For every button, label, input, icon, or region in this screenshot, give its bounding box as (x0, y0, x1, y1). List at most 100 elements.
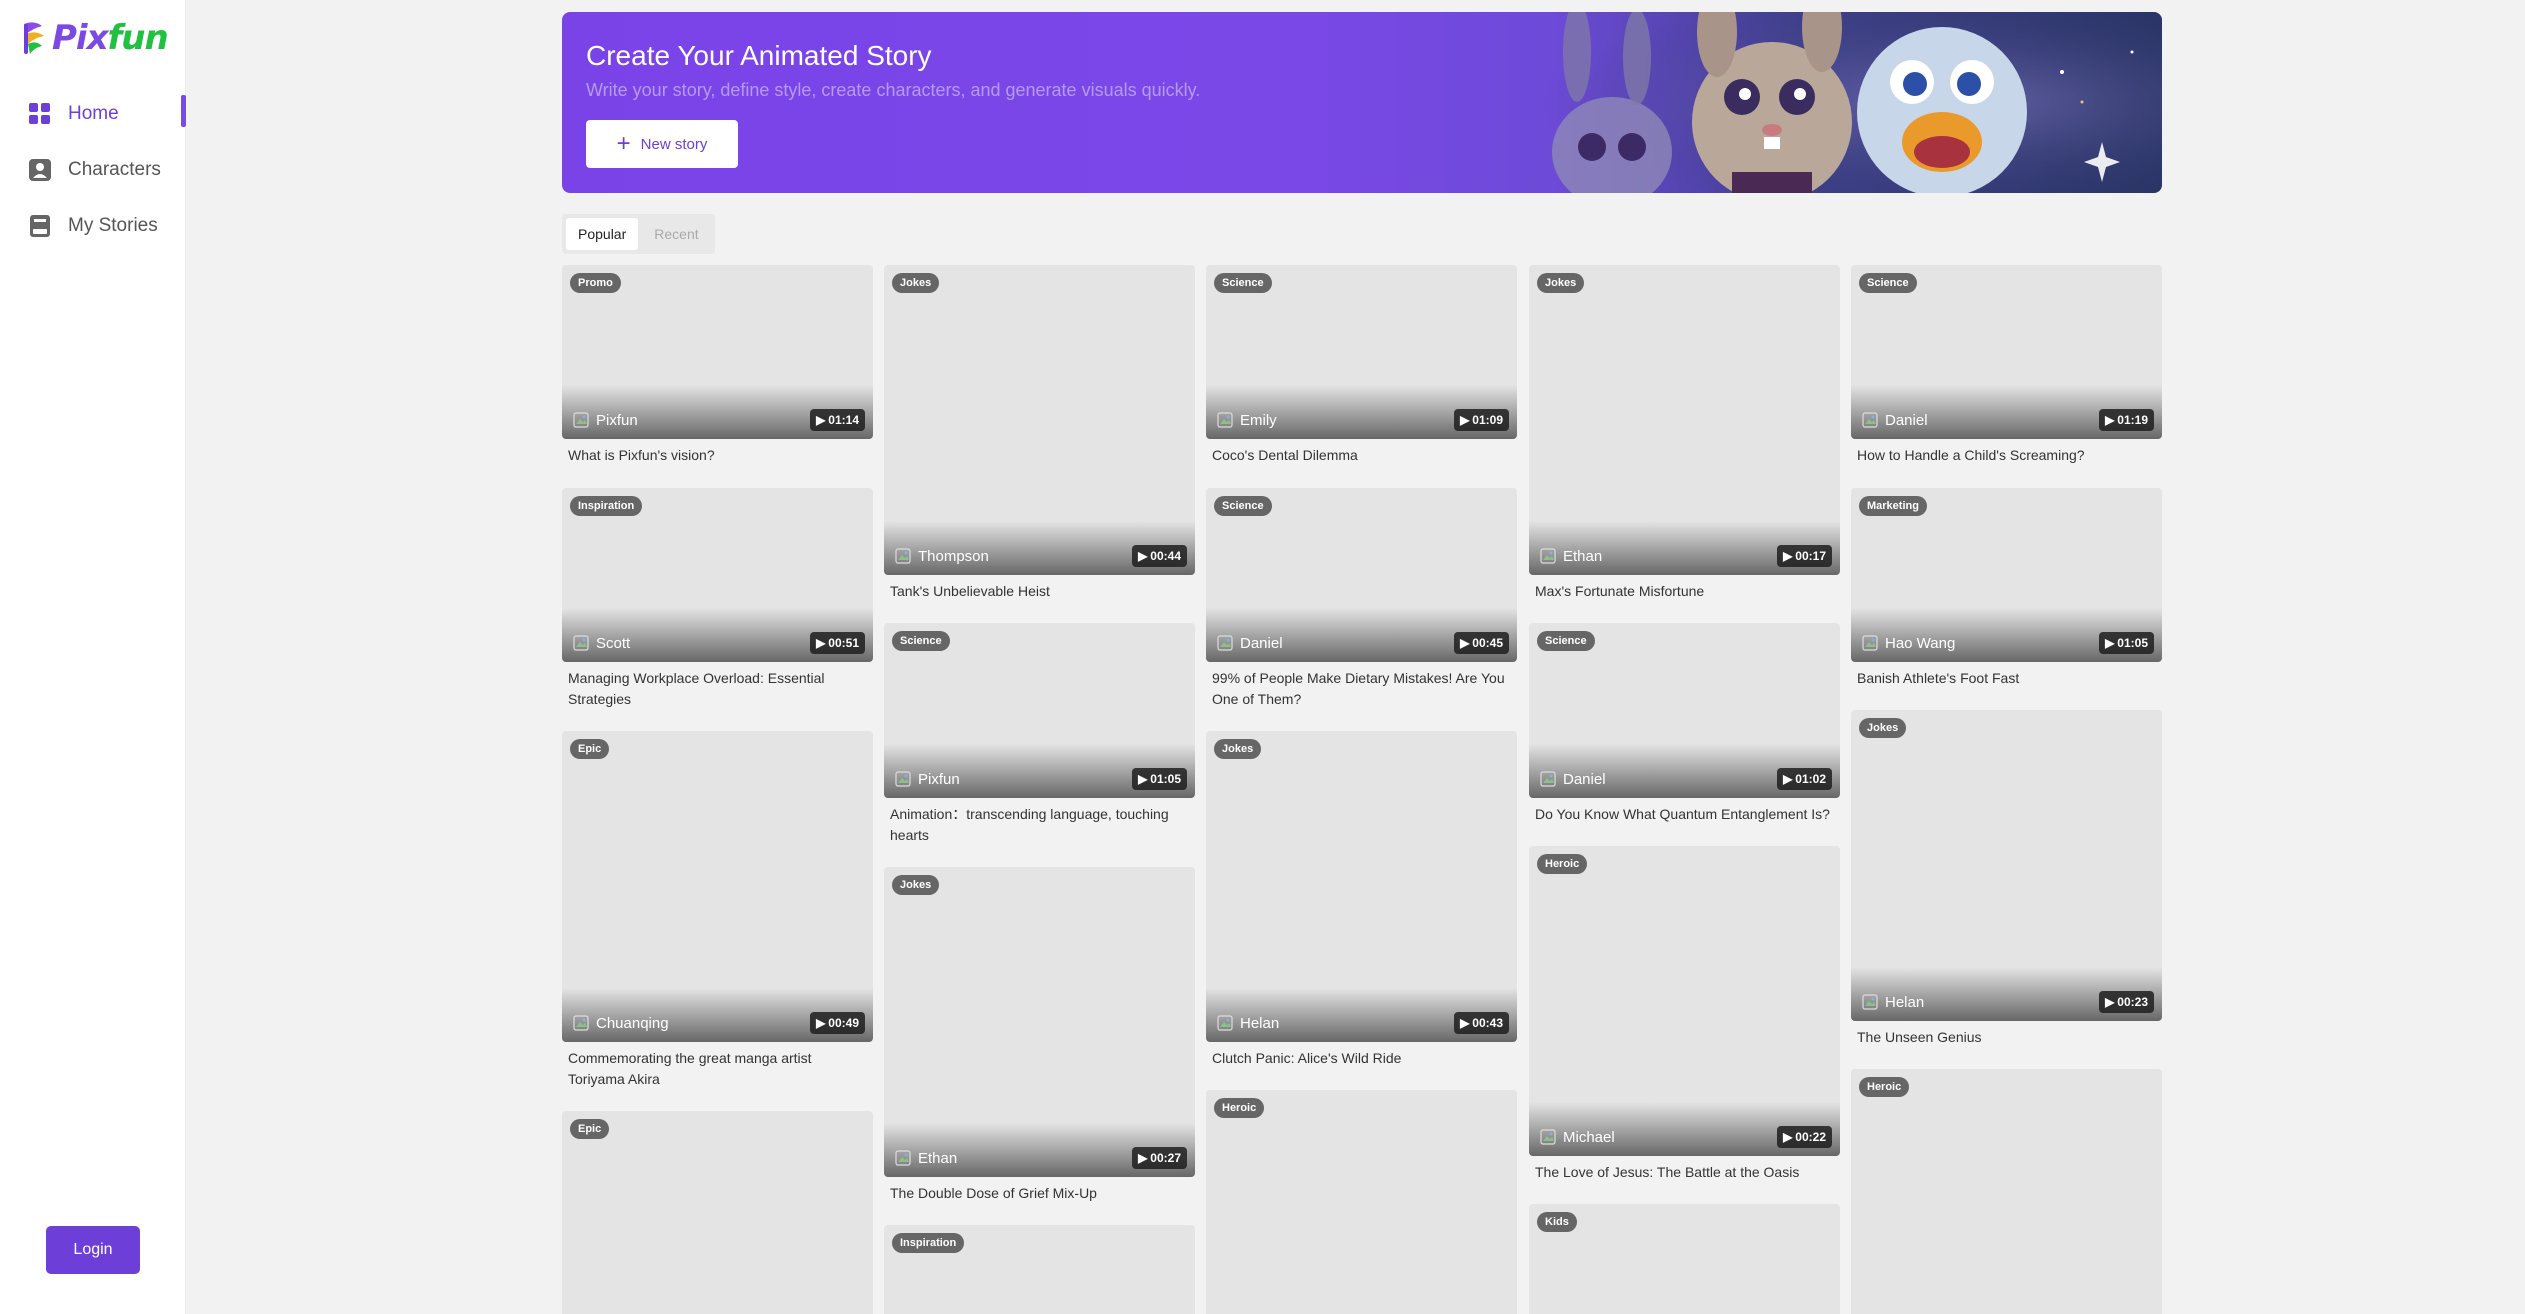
category-badge: Science (1214, 496, 1272, 516)
author-name: Thompson (918, 547, 989, 565)
story-title[interactable]: What is Pixfun's vision? (562, 439, 873, 466)
author-name: Pixfun (918, 770, 960, 788)
story-thumbnail[interactable]: Heroic Michael ▶ 00:22 (1529, 846, 1840, 1156)
story-card[interactable]: Inspiration Scott ▶ 00:51 Managing Workplace… (562, 488, 873, 710)
story-thumbnail[interactable]: Inspiration (884, 1225, 1195, 1314)
story-title[interactable]: Coco's Dental Dilemma (1206, 439, 1517, 466)
avatar-icon (1216, 1014, 1234, 1032)
sidebar-item-label: Home (68, 103, 119, 124)
duration-badge: ▶ 00:22 (1777, 1126, 1832, 1148)
story-thumbnail[interactable]: Epic (562, 1111, 873, 1314)
story-card[interactable]: Science Daniel ▶ 01:02 Do You Know What Quan… (1529, 623, 1840, 825)
story-thumbnail[interactable]: Science Daniel ▶ 01:02 (1529, 623, 1840, 798)
story-title[interactable]: The Love of Jesus: The Battle at the Oas… (1529, 1156, 1840, 1183)
story-card[interactable]: Jokes Helan ▶ 00:23 The Unseen Genius (1851, 710, 2162, 1048)
story-card[interactable]: Jokes Ethan ▶ 00:27 The Double Dose of Grief… (884, 867, 1195, 1204)
play-icon: ▶ (1138, 772, 1148, 786)
story-card[interactable]: Epic Chuanqing ▶ 00:49 Commemorating the gre… (562, 731, 873, 1090)
story-title[interactable]: The Unseen Genius (1851, 1021, 2162, 1048)
story-title[interactable]: Animation：transcending language, touchin… (884, 798, 1195, 846)
story-thumbnail[interactable]: Jokes Ethan ▶ 00:27 (884, 867, 1195, 1177)
duration-text: 00:17 (1795, 549, 1826, 563)
category-badge: Heroic (1537, 854, 1588, 874)
story-thumbnail[interactable]: Jokes Helan ▶ 00:43 (1206, 731, 1517, 1042)
sidebar-item-label: Characters (68, 159, 161, 180)
play-icon: ▶ (2105, 413, 2115, 427)
story-card[interactable]: Inspiration (884, 1225, 1195, 1314)
story-thumbnail[interactable]: Heroic (1851, 1069, 2162, 1314)
story-card[interactable]: Jokes Thompson ▶ 00:44 Tank's Unbelievable H… (884, 265, 1195, 602)
story-title[interactable]: Commemorating the great manga artist Tor… (562, 1042, 873, 1090)
category-badge: Jokes (1859, 718, 1907, 738)
story-thumbnail[interactable]: Marketing Hao Wang ▶ 01:05 (1851, 488, 2162, 662)
avatar-icon (1539, 770, 1557, 788)
new-story-button[interactable]: + New story (586, 120, 738, 168)
banner-title: Create Your Animated Story (586, 40, 932, 71)
story-title[interactable]: Managing Workplace Overload: Essential S… (562, 662, 873, 710)
story-card[interactable]: Science Emily ▶ 01:09 Coco's Dental Dilemma (1206, 265, 1517, 466)
story-title[interactable]: The Double Dose of Grief Mix-Up (884, 1177, 1195, 1204)
story-card[interactable]: Jokes Ethan ▶ 00:17 Max's Fortunate Misfortu… (1529, 265, 1840, 602)
story-card[interactable]: Jokes Helan ▶ 00:43 Clutch Panic: Alice's Wi… (1206, 731, 1517, 1069)
story-thumbnail[interactable]: Jokes Helan ▶ 00:23 (1851, 710, 2162, 1021)
duration-text: 00:27 (1150, 1151, 1181, 1165)
duration-text: 01:19 (2117, 413, 2148, 427)
category-badge: Jokes (1537, 273, 1585, 293)
duration-text: 00:23 (2117, 995, 2148, 1009)
tab-popular[interactable]: Popular (566, 218, 639, 250)
story-thumbnail[interactable]: Science Daniel ▶ 00:45 (1206, 488, 1517, 662)
story-author: Michael (1539, 1128, 1615, 1146)
author-name: Hao Wang (1885, 634, 1956, 652)
story-card[interactable]: Heroic (1206, 1090, 1517, 1314)
story-thumbnail[interactable]: Science Emily ▶ 01:09 (1206, 265, 1517, 439)
story-card[interactable]: Science Daniel ▶ 00:45 99% of People Make Di… (1206, 488, 1517, 710)
story-tabs: Popular Recent (562, 214, 715, 254)
avatar-icon (572, 634, 590, 652)
story-thumbnail[interactable]: Heroic (1206, 1090, 1517, 1314)
story-thumbnail[interactable]: Jokes Ethan ▶ 00:17 (1529, 265, 1840, 575)
story-card[interactable]: Epic (562, 1111, 873, 1314)
tab-recent[interactable]: Recent (642, 218, 710, 250)
story-card[interactable]: Science Daniel ▶ 01:19 How to Handle a Child… (1851, 265, 2162, 466)
story-title[interactable]: 99% of People Make Dietary Mistakes! Are… (1206, 662, 1517, 710)
sidebar-item-my-stories[interactable]: My Stories (0, 198, 186, 254)
author-name: Helan (1240, 1014, 1280, 1032)
story-card[interactable]: Heroic Michael ▶ 00:22 The Love of Jesus: Th… (1529, 846, 1840, 1183)
story-title[interactable]: Banish Athlete's Foot Fast (1851, 662, 2162, 689)
story-thumbnail[interactable]: Inspiration Scott ▶ 00:51 (562, 488, 873, 662)
story-card[interactable]: Science Pixfun ▶ 01:05 Animation：transcendin… (884, 623, 1195, 846)
story-card[interactable]: Kids (1529, 1204, 1840, 1314)
sidebar-item-home[interactable]: Home (0, 86, 186, 142)
story-thumbnail[interactable]: Science Pixfun ▶ 01:05 (884, 623, 1195, 798)
plus-icon: + (616, 130, 631, 157)
story-author: Scott (572, 634, 630, 652)
duration-badge: ▶ 00:45 (1454, 632, 1509, 654)
story-title[interactable]: Max's Fortunate Misfortune (1529, 575, 1840, 602)
story-thumbnail[interactable]: Promo Pixfun ▶ 01:14 (562, 265, 873, 439)
sidebar: Pixfun Home Characters My Stories Login (0, 0, 186, 1314)
author-name: Michael (1563, 1128, 1615, 1146)
story-card[interactable]: Heroic (1851, 1069, 2162, 1314)
story-title[interactable]: How to Handle a Child's Screaming? (1851, 439, 2162, 466)
avatar-icon (1216, 634, 1234, 652)
story-thumbnail[interactable]: Epic Chuanqing ▶ 00:49 (562, 731, 873, 1042)
new-story-label: New story (640, 135, 708, 153)
story-thumbnail[interactable]: Science Daniel ▶ 01:19 (1851, 265, 2162, 439)
story-thumbnail[interactable]: Jokes Thompson ▶ 00:44 (884, 265, 1195, 575)
logo[interactable]: Pixfun (20, 18, 169, 58)
story-title[interactable]: Tank's Unbelievable Heist (884, 575, 1195, 602)
duration-badge: ▶ 00:51 (810, 632, 865, 654)
sidebar-item-characters[interactable]: Characters (0, 142, 186, 198)
duration-badge: ▶ 01:19 (2099, 409, 2154, 431)
story-card[interactable]: Marketing Hao Wang ▶ 01:05 Banish Athlete's … (1851, 488, 2162, 689)
author-name: Daniel (1240, 634, 1283, 652)
author-name: Helan (1885, 993, 1925, 1011)
story-title[interactable]: Do You Know What Quantum Entanglement Is… (1529, 798, 1840, 825)
story-card[interactable]: Promo Pixfun ▶ 01:14 What is Pixfun's vision… (562, 265, 873, 466)
avatar-icon (894, 770, 912, 788)
logo-mark-icon (24, 22, 44, 54)
story-thumbnail[interactable]: Kids (1529, 1204, 1840, 1314)
category-badge: Science (892, 631, 950, 651)
login-button[interactable]: Login (46, 1226, 140, 1274)
story-title[interactable]: Clutch Panic: Alice's Wild Ride (1206, 1042, 1517, 1069)
